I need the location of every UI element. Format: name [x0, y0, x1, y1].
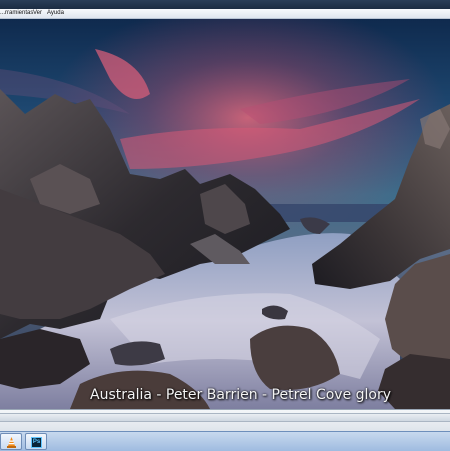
vlc-cone-icon — [7, 437, 16, 448]
photoshop-icon: Ps — [31, 437, 42, 448]
seek-bar[interactable] — [0, 413, 450, 422]
menu-bar: ...rramientas Ver Ayuda — [0, 9, 450, 19]
taskbar-vlc-button[interactable] — [0, 433, 22, 450]
window-titlebar — [0, 0, 450, 9]
menu-herramientas[interactable]: ...rramientas — [0, 9, 33, 18]
windows-taskbar: Ps — [0, 431, 450, 451]
menu-ayuda[interactable]: Ayuda — [47, 9, 64, 18]
video-frame-image — [0, 19, 450, 409]
menu-ver[interactable]: Ver — [33, 9, 42, 18]
taskbar-photoshop-button[interactable]: Ps — [25, 433, 47, 450]
subtitle-caption: Australia - Peter Barrien - Petrel Cove … — [90, 387, 392, 403]
video-viewport[interactable]: Australia - Peter Barrien - Petrel Cove … — [0, 19, 450, 409]
player-control-bar — [0, 409, 450, 432]
